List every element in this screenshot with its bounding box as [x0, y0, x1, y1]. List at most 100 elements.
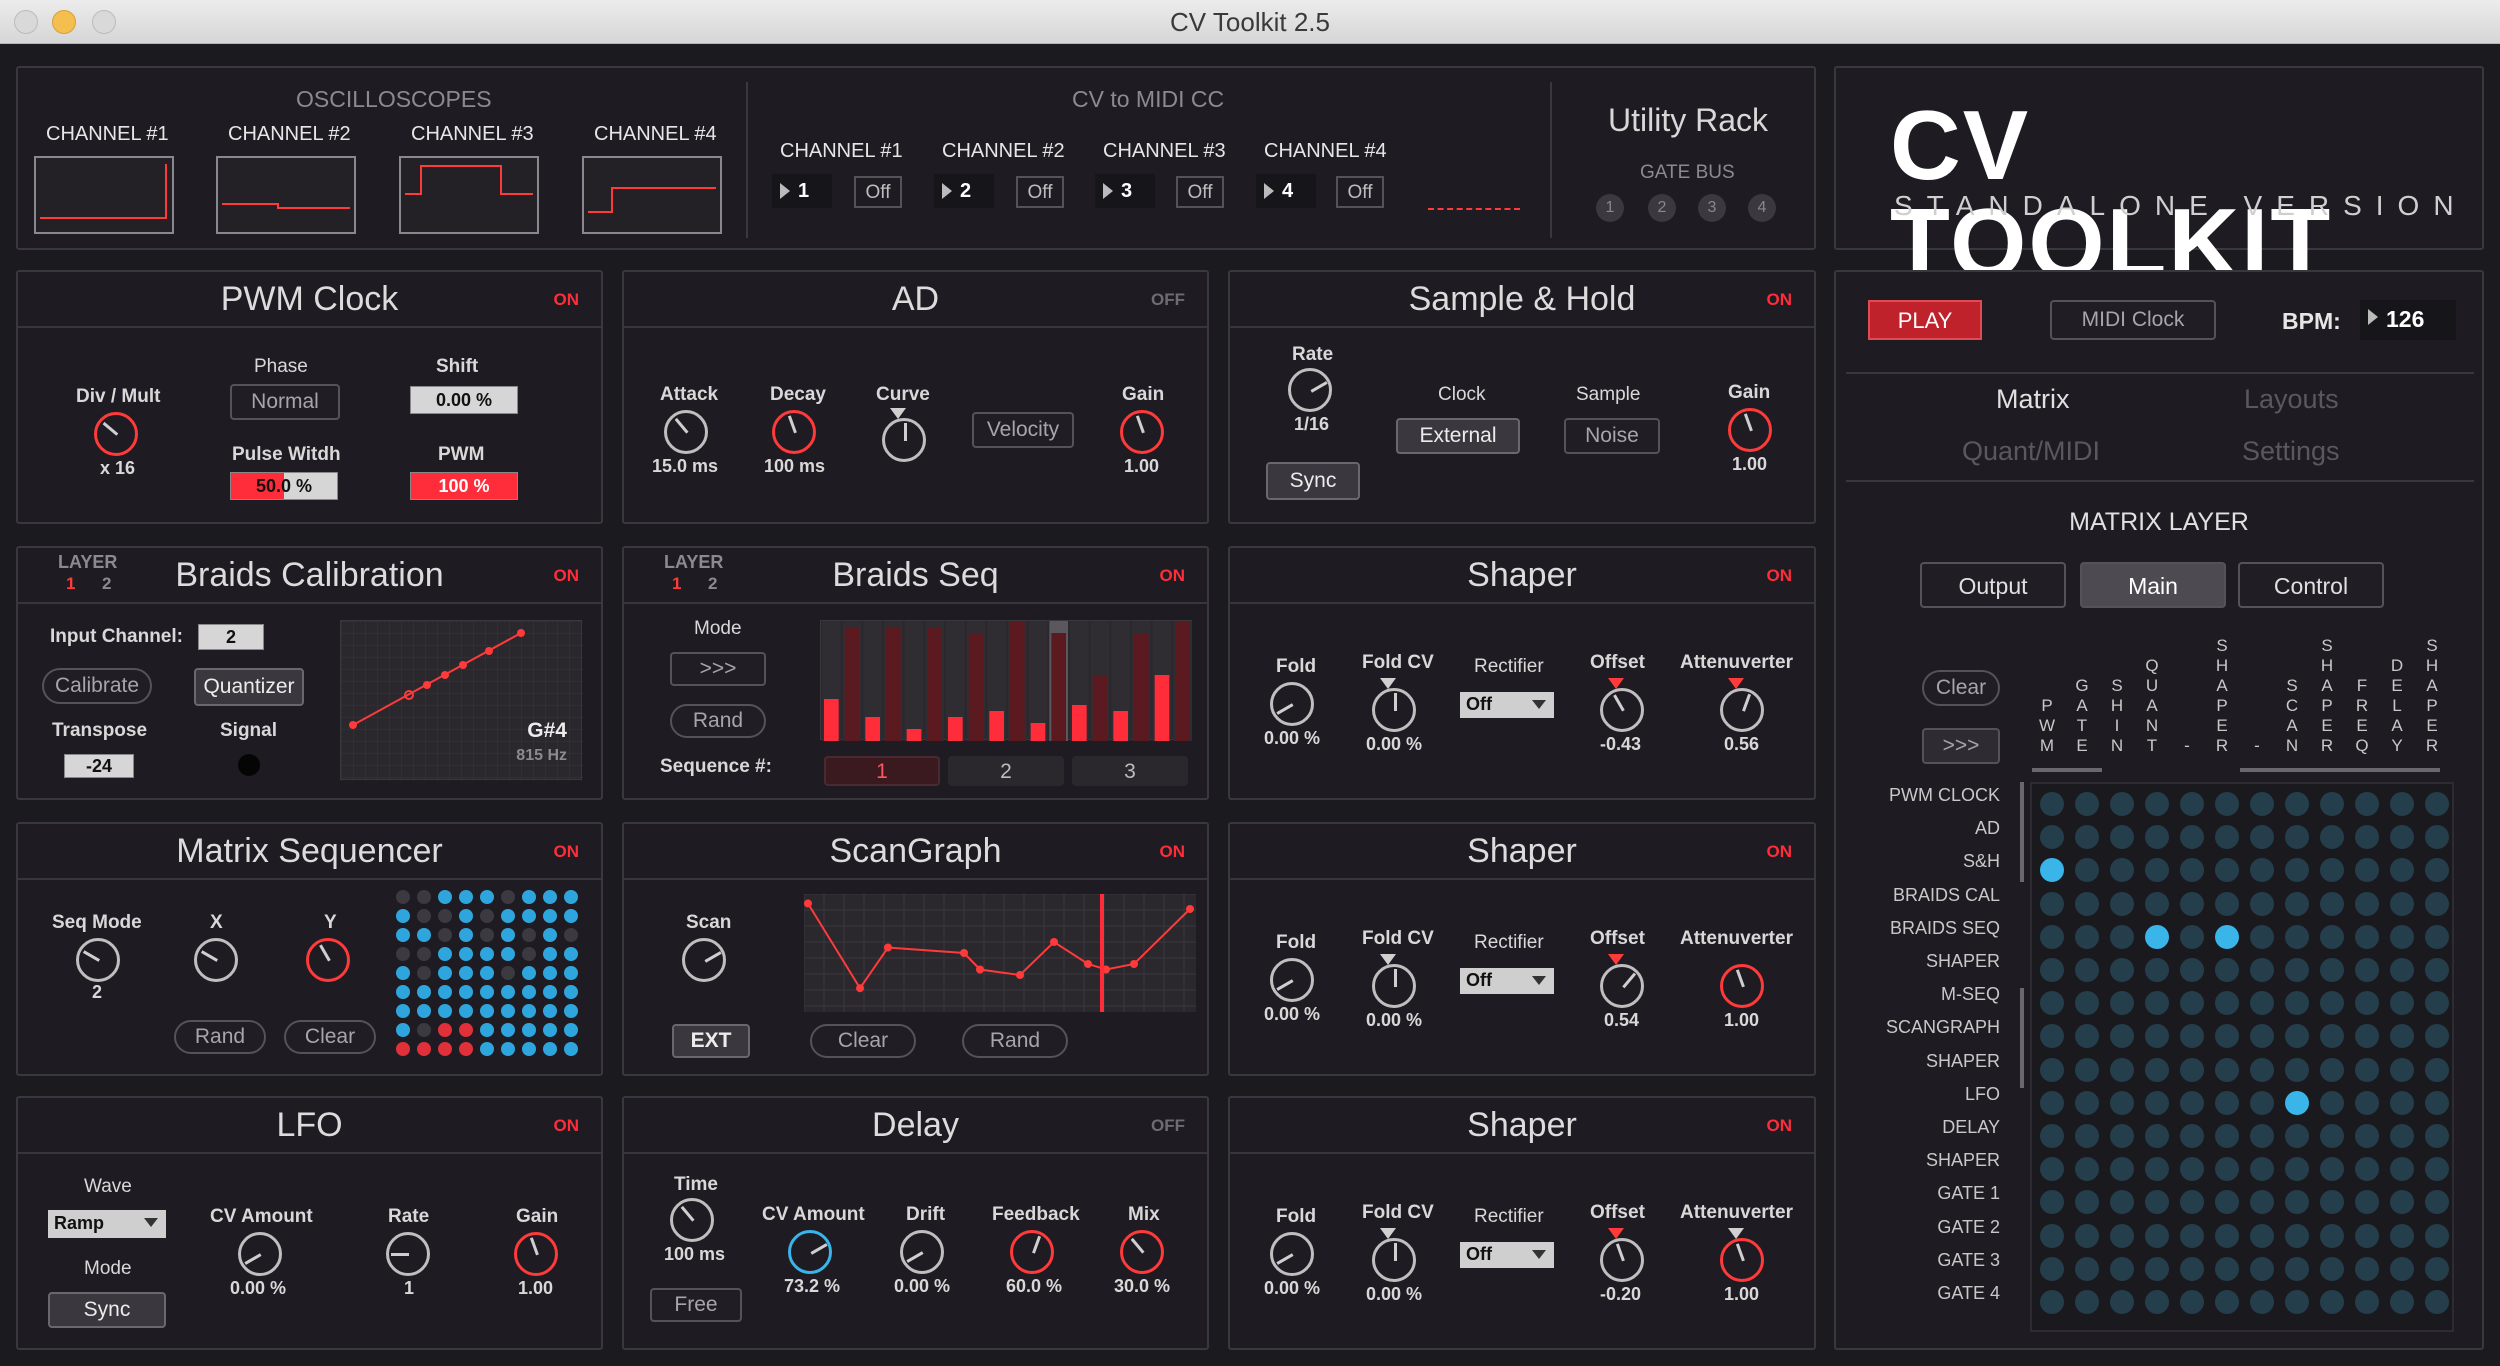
sequencer-step[interactable] — [564, 985, 578, 999]
sequencer-step[interactable] — [438, 1004, 452, 1018]
time-knob[interactable] — [670, 1198, 714, 1242]
matrix-cell[interactable] — [2425, 1124, 2449, 1148]
sequencer-step[interactable] — [459, 1004, 473, 1018]
matrix-cell[interactable] — [2320, 1090, 2344, 1115]
sequencer-step[interactable] — [522, 1042, 536, 1056]
sequencer-step[interactable] — [396, 1004, 410, 1018]
sequencer-step[interactable] — [501, 1004, 515, 1018]
fold-cv-knob[interactable] — [1372, 688, 1416, 732]
matrix-cell[interactable] — [2075, 1090, 2099, 1115]
matrix-cell[interactable] — [2110, 1090, 2134, 1115]
sequencer-step[interactable] — [417, 909, 431, 923]
matrix-cell[interactable] — [2145, 1256, 2169, 1281]
matrix-cell[interactable] — [2040, 1256, 2064, 1281]
matrix-cell[interactable] — [2075, 924, 2099, 949]
matrix-cell[interactable] — [2110, 1223, 2134, 1248]
gate-bus-2[interactable]: 2 — [1648, 194, 1676, 222]
offset-knob[interactable] — [1600, 1238, 1644, 1282]
matrix-cell[interactable] — [2215, 1024, 2239, 1049]
matrix-cell[interactable] — [2355, 991, 2379, 1016]
matrix-cell[interactable] — [2320, 858, 2344, 883]
matrix-cell[interactable] — [2320, 1190, 2344, 1215]
matrix-cell[interactable] — [2075, 1024, 2099, 1049]
matrix-cell[interactable] — [2390, 825, 2414, 850]
module-power-toggle[interactable]: ON — [554, 842, 580, 862]
matrix-cell[interactable] — [2285, 891, 2309, 916]
matrix-cell[interactable] — [2355, 1157, 2379, 1182]
matrix-cell[interactable] — [2355, 1290, 2379, 1314]
matrix-cell[interactable] — [2040, 1090, 2064, 1115]
rate-knob[interactable] — [386, 1232, 430, 1276]
module-power-toggle[interactable]: ON — [1767, 842, 1793, 862]
x-knob[interactable] — [194, 938, 238, 982]
matrix-cell[interactable] — [2145, 1024, 2169, 1049]
matrix-cell[interactable] — [2215, 991, 2239, 1016]
sequencer-step[interactable] — [396, 928, 410, 942]
sequencer-step[interactable] — [522, 985, 536, 999]
matrix-clear-button[interactable]: Clear — [1922, 670, 2000, 706]
rectifier-dropdown[interactable]: Off — [1460, 968, 1554, 994]
sequencer-step[interactable] — [417, 890, 431, 904]
transpose-field[interactable]: -24 — [64, 754, 134, 778]
matrix-cell[interactable] — [2145, 792, 2169, 816]
sequencer-step[interactable] — [438, 966, 452, 980]
matrix-cell-active[interactable] — [2285, 1090, 2309, 1115]
layer-main-button[interactable]: Main — [2080, 562, 2226, 608]
matrix-cell[interactable] — [2110, 1190, 2134, 1215]
sequencer-step[interactable] — [438, 947, 452, 961]
matrix-cell[interactable] — [2425, 1223, 2449, 1248]
matrix-cell[interactable] — [2145, 991, 2169, 1016]
matrix-cell[interactable] — [2180, 825, 2204, 850]
tab-layouts[interactable]: Layouts — [2244, 384, 2339, 415]
layer-2-button[interactable]: 2 — [708, 574, 717, 594]
matrix-cell[interactable] — [2250, 924, 2274, 949]
matrix-cell[interactable] — [2040, 924, 2064, 949]
matrix-cell[interactable] — [2320, 1223, 2344, 1248]
matrix-cell[interactable] — [2110, 792, 2134, 816]
sequencer-step[interactable] — [396, 966, 410, 980]
matrix-cell[interactable] — [2285, 1157, 2309, 1182]
matrix-cell[interactable] — [2145, 958, 2169, 982]
midi-clock-button[interactable]: MIDI Clock — [2050, 300, 2216, 340]
sequencer-step[interactable] — [438, 890, 452, 904]
matrix-cell[interactable] — [2215, 1190, 2239, 1215]
matrix-cell[interactable] — [2215, 858, 2239, 883]
matrix-cell[interactable] — [2285, 958, 2309, 982]
sequencer-step[interactable] — [417, 928, 431, 942]
matrix-cell[interactable] — [2180, 858, 2204, 883]
matrix-cell[interactable] — [2390, 792, 2414, 816]
matrix-cell[interactable] — [2110, 1157, 2134, 1182]
matrix-cell[interactable] — [2425, 1157, 2449, 1182]
matrix-cell[interactable] — [2355, 891, 2379, 916]
matrix-cell[interactable] — [2110, 958, 2134, 982]
rand-button[interactable]: Rand — [174, 1020, 266, 1054]
sequencer-step[interactable] — [417, 1023, 431, 1037]
matrix-cell-active[interactable] — [2040, 858, 2064, 883]
matrix-cell[interactable] — [2285, 924, 2309, 949]
module-power-toggle[interactable]: ON — [1160, 566, 1186, 586]
matrix-cell[interactable] — [2320, 991, 2344, 1016]
matrix-cell[interactable] — [2110, 991, 2134, 1016]
module-power-toggle[interactable]: OFF — [1151, 290, 1185, 310]
sequencer-step[interactable] — [501, 966, 515, 980]
matrix-cell[interactable] — [2040, 825, 2064, 850]
sequencer-step[interactable] — [417, 966, 431, 980]
attenuverter-knob[interactable] — [1720, 688, 1764, 732]
matrix-cell[interactable] — [2285, 1223, 2309, 1248]
cc-number-4[interactable]: 4 — [1256, 174, 1316, 208]
matrix-cell[interactable] — [2075, 858, 2099, 883]
gate-bus-4[interactable]: 4 — [1748, 194, 1776, 222]
bpm-field[interactable]: 126 — [2360, 300, 2456, 340]
matrix-cell[interactable] — [2250, 1024, 2274, 1049]
matrix-cell[interactable] — [2145, 891, 2169, 916]
matrix-cell[interactable] — [2075, 891, 2099, 916]
sequencer-step[interactable] — [459, 928, 473, 942]
matrix-cell[interactable] — [2040, 1157, 2064, 1182]
matrix-cell[interactable] — [2250, 891, 2274, 916]
sequencer-step[interactable] — [480, 1042, 494, 1056]
clear-button[interactable]: Clear — [284, 1020, 376, 1054]
matrix-cell[interactable] — [2425, 825, 2449, 850]
matrix-cell[interactable] — [2390, 1124, 2414, 1148]
matrix-cell[interactable] — [2215, 1124, 2239, 1148]
fold-cv-knob[interactable] — [1372, 1238, 1416, 1282]
